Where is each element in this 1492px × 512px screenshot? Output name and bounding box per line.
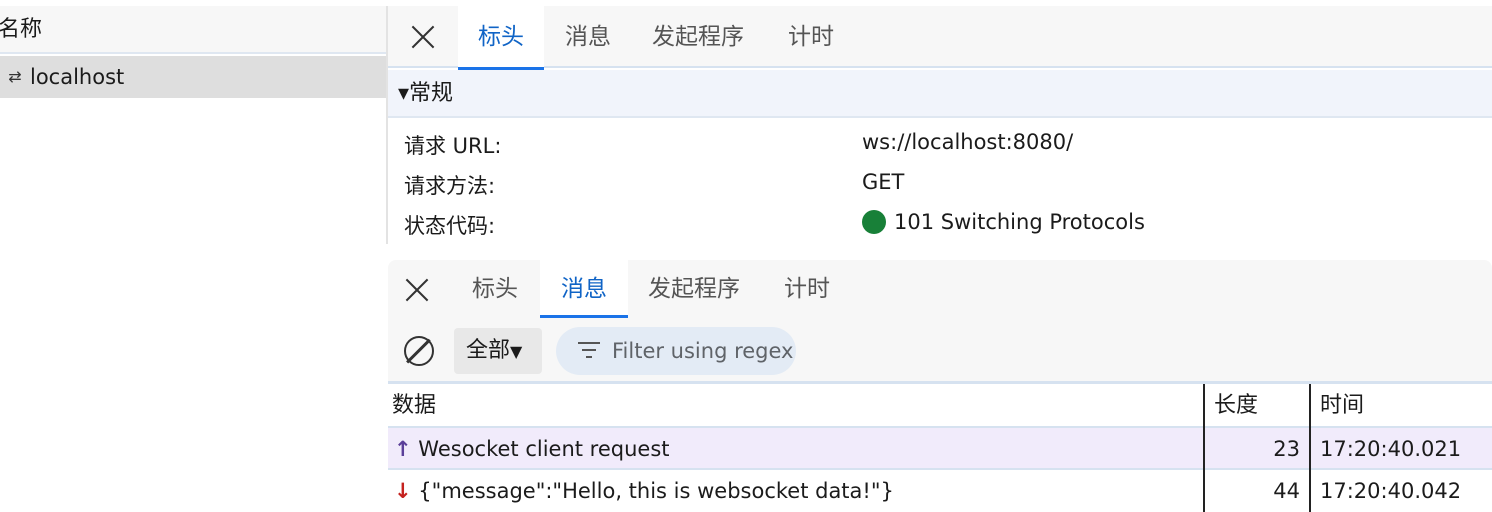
message-row[interactable]: ↑ Wesocket client request 23 17:20:40.02…: [388, 428, 1492, 470]
request-list-header: 名称: [0, 6, 388, 54]
status-dot-icon: [862, 210, 886, 234]
tab-headers[interactable]: 标头: [458, 6, 544, 70]
close-icon[interactable]: [406, 20, 440, 54]
headers-tabbar: 标头 消息 发起程序 计时: [388, 6, 1492, 70]
dropdown-triangle-icon: ▼: [510, 342, 523, 361]
status-code-text: 101 Switching Protocols: [894, 210, 1145, 234]
clear-messages-icon[interactable]: [404, 336, 434, 366]
status-code-label: 状态代码:: [404, 214, 496, 238]
message-type-value: 全部: [466, 338, 511, 363]
filter-icon: [578, 342, 600, 360]
messages-panel: 标头 消息 发起程序 计时 全部▼ Filter using regex 数据 …: [388, 260, 1492, 512]
message-data-cell: ↑ Wesocket client request: [394, 428, 670, 470]
message-time: 17:20:40.042: [1320, 479, 1462, 503]
message-data: {"message":"Hello, this is websocket dat…: [418, 479, 894, 503]
received-arrow-icon: ↓: [394, 479, 412, 503]
messages-toolbar: 全部▼ Filter using regex: [388, 318, 1492, 384]
status-code-value: 101 Switching Protocols: [862, 210, 1145, 234]
tab-timing[interactable]: 计时: [772, 260, 842, 318]
request-row-localhost[interactable]: ⇄ localhost: [0, 56, 388, 98]
filter-input[interactable]: Filter using regex: [556, 327, 796, 375]
message-time: 17:20:40.021: [1320, 437, 1462, 461]
filter-placeholder: Filter using regex: [612, 339, 794, 363]
websocket-arrows-icon: ⇄: [8, 67, 22, 86]
tab-headers[interactable]: 标头: [460, 260, 530, 318]
request-url-value: ws://localhost:8080/: [862, 130, 1074, 154]
column-header-time[interactable]: 时间: [1320, 384, 1364, 428]
tab-initiator[interactable]: 发起程序: [642, 6, 754, 68]
close-icon[interactable]: [400, 273, 434, 307]
message-data-cell: ↓ {"message":"Hello, this is websocket d…: [394, 470, 894, 512]
column-divider-length[interactable]: [1203, 384, 1205, 512]
general-section-header[interactable]: ▾常规: [388, 70, 1492, 118]
column-header-length[interactable]: 长度: [1214, 384, 1258, 428]
message-type-select[interactable]: 全部▼: [454, 328, 542, 374]
request-method-label: 请求方法:: [404, 174, 496, 198]
messages-table-header: 数据 长度 时间: [388, 384, 1492, 428]
request-url-label: 请求 URL:: [404, 134, 502, 158]
headers-panel: 标头 消息 发起程序 计时 ▾常规 请求 URL: ws://localhost…: [388, 6, 1492, 244]
tab-initiator[interactable]: 发起程序: [638, 260, 750, 318]
message-data: Wesocket client request: [418, 437, 670, 461]
request-list: 名称 ⇄ localhost: [0, 0, 388, 512]
column-divider-time[interactable]: [1309, 384, 1311, 512]
tab-messages[interactable]: 消息: [540, 260, 628, 318]
sent-arrow-icon: ↑: [394, 437, 412, 461]
column-header-data[interactable]: 数据: [392, 384, 436, 428]
message-length: 23: [1273, 437, 1300, 461]
messages-tabbar: 标头 消息 发起程序 计时: [388, 260, 1492, 318]
message-row[interactable]: ↓ {"message":"Hello, this is websocket d…: [388, 470, 1492, 512]
devtools-network-root: 名称 ⇄ localhost 标头 消息 发起程序 计时 ▾常规 请求 URL:…: [0, 0, 1492, 512]
tab-messages[interactable]: 消息: [550, 6, 626, 68]
request-method-value: GET: [862, 170, 905, 194]
tab-timing[interactable]: 计时: [776, 6, 846, 68]
request-name: localhost: [30, 65, 125, 89]
message-length: 44: [1273, 479, 1300, 503]
name-column-header[interactable]: 名称: [0, 17, 42, 42]
